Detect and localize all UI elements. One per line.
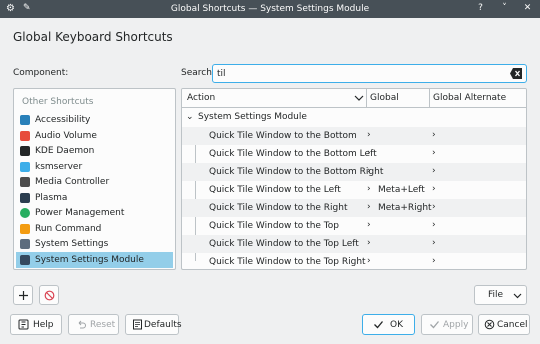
chevron-down-icon xyxy=(513,293,522,299)
close-button[interactable]: ✕ xyxy=(522,3,533,14)
column-separator xyxy=(366,89,367,108)
help-icon xyxy=(18,319,29,330)
page-title: Global Keyboard Shortcuts xyxy=(13,30,173,44)
help-button[interactable]: Help xyxy=(10,314,62,335)
search-field[interactable] xyxy=(212,64,527,83)
column-header-global-alternate[interactable]: Global Alternate xyxy=(433,93,506,104)
undo-icon xyxy=(78,320,86,329)
chevron-right-icon[interactable]: › xyxy=(432,256,436,266)
component-item-run-command[interactable]: Run Command xyxy=(16,221,173,237)
accessibility-icon xyxy=(20,115,30,125)
add-component-button[interactable] xyxy=(13,285,33,305)
search-label: Search: xyxy=(181,68,215,78)
chevron-right-icon[interactable]: › xyxy=(367,184,371,194)
chevron-right-icon[interactable]: › xyxy=(367,148,371,158)
table-header: Action Global Global Alternate xyxy=(182,89,526,108)
table-group-row[interactable]: ⌄ System Settings Module xyxy=(182,109,526,127)
plasma-icon xyxy=(20,192,30,203)
table-row[interactable]: Quick Tile Window to the Bottom Right › … xyxy=(182,163,526,181)
chevron-right-icon[interactable]: › xyxy=(367,202,371,212)
system-settings-icon xyxy=(20,239,30,249)
component-item-accessibility[interactable]: Accessibility xyxy=(16,112,173,128)
component-item-kde-daemon[interactable]: KDE Daemon xyxy=(16,143,173,159)
sort-descending-icon[interactable] xyxy=(354,93,364,103)
minimize-button[interactable]: ˅ xyxy=(499,3,510,14)
table-row[interactable]: Quick Tile Window to the Bottom › › xyxy=(182,127,526,145)
component-group-header: Other Shortcuts xyxy=(22,97,94,107)
cancel-icon xyxy=(484,319,495,330)
session-icon xyxy=(20,161,30,172)
component-item-media-controller[interactable]: Media Controller xyxy=(16,174,173,190)
component-list[interactable]: Other Shortcuts Accessibility Audio Volu… xyxy=(13,88,176,270)
component-item-system-settings-module[interactable]: System Settings Module xyxy=(16,251,173,268)
checkmark-icon xyxy=(430,321,439,329)
chevron-right-icon[interactable]: › xyxy=(432,148,436,158)
run-command-icon xyxy=(20,223,30,234)
media-icon xyxy=(20,177,30,187)
table-row[interactable]: Quick Tile Window to the Top Left › › xyxy=(182,235,526,253)
table-row[interactable]: Quick Tile Window to the Right › Meta+Ri… xyxy=(182,199,526,217)
table-row[interactable]: Quick Tile Window to the Bottom Left › › xyxy=(182,145,526,163)
component-item-ksmserver[interactable]: ksmserver xyxy=(16,159,173,175)
component-item-power-management[interactable]: Power Management xyxy=(16,205,173,221)
column-header-global[interactable]: Global xyxy=(370,93,399,104)
speaker-icon xyxy=(20,130,30,141)
add-icon xyxy=(19,291,28,300)
defaults-button[interactable]: Defaults xyxy=(125,314,182,335)
chevron-right-icon[interactable]: › xyxy=(432,184,436,194)
chevron-right-icon[interactable]: › xyxy=(432,202,436,212)
chevron-right-icon[interactable]: › xyxy=(367,256,371,266)
ok-button[interactable]: OK xyxy=(362,314,415,335)
window-title: Global Shortcuts — System Settings Modul… xyxy=(170,4,370,14)
remove-component-button[interactable] xyxy=(39,285,59,305)
component-item-system-settings[interactable]: System Settings xyxy=(16,236,173,252)
help-window-button[interactable]: ? xyxy=(475,3,486,14)
chevron-down-icon[interactable]: ⌄ xyxy=(186,112,194,122)
kde-daemon-icon xyxy=(20,146,30,156)
chevron-right-icon[interactable]: › xyxy=(367,130,371,140)
chevron-right-icon[interactable]: › xyxy=(432,238,436,248)
window-titlebar[interactable]: ⚙ ✎ Global Shortcuts — System Settings M… xyxy=(0,0,540,18)
cancel-button[interactable]: Cancel xyxy=(478,314,530,335)
apply-button[interactable]: Apply xyxy=(421,314,473,335)
group-label: System Settings Module xyxy=(198,112,307,122)
remove-icon xyxy=(44,290,55,301)
component-label: Component: xyxy=(13,68,69,78)
component-item-plasma[interactable]: Plasma xyxy=(16,190,173,206)
chevron-right-icon[interactable]: › xyxy=(367,220,371,230)
search-input[interactable] xyxy=(217,67,497,80)
power-icon xyxy=(20,208,30,218)
settings-module-icon xyxy=(20,254,30,265)
chevron-right-icon[interactable]: › xyxy=(432,166,436,176)
chevron-right-icon[interactable]: › xyxy=(432,220,436,230)
table-row[interactable]: Quick Tile Window to the Left › Meta+Lef… xyxy=(182,181,526,199)
checkmark-icon xyxy=(374,321,383,329)
column-separator xyxy=(429,89,430,108)
table-row[interactable]: Quick Tile Window to the Top Right › › xyxy=(182,253,526,269)
chevron-right-icon[interactable]: › xyxy=(432,130,436,140)
component-item-audio-volume[interactable]: Audio Volume xyxy=(16,128,173,144)
reset-button[interactable]: Reset xyxy=(68,314,119,335)
file-dropdown[interactable]: File xyxy=(474,285,527,305)
shortcuts-table[interactable]: Action Global Global Alternate ⌄ System … xyxy=(181,88,527,270)
table-row[interactable]: Quick Tile Window to the Top › › xyxy=(182,217,526,235)
column-header-action[interactable]: Action xyxy=(187,93,215,104)
clear-search-icon[interactable] xyxy=(510,68,522,79)
document-icon xyxy=(133,319,142,330)
chevron-right-icon[interactable]: › xyxy=(367,238,371,248)
chevron-right-icon[interactable]: › xyxy=(367,166,371,176)
